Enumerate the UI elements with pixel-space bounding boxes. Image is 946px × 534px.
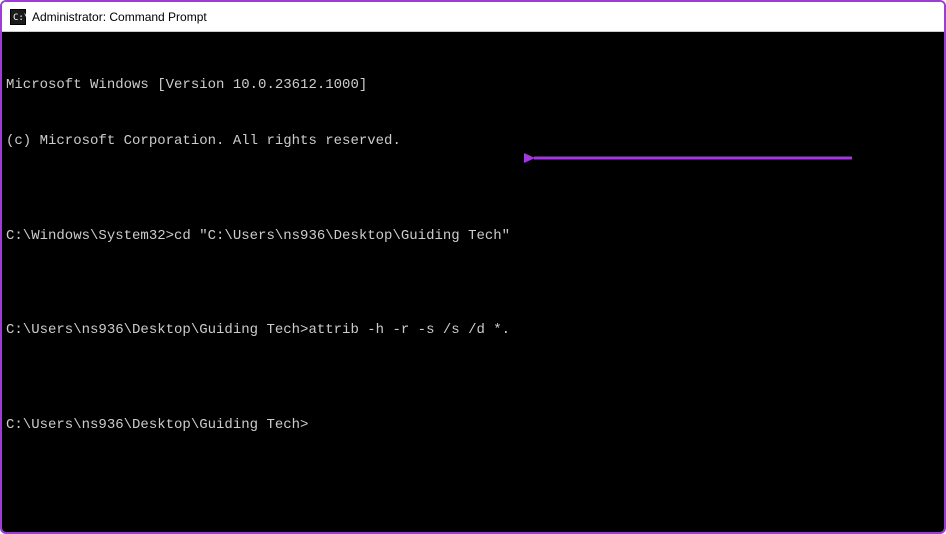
window-title: Administrator: Command Prompt: [32, 10, 207, 24]
terminal-area[interactable]: Microsoft Windows [Version 10.0.23612.10…: [2, 32, 944, 532]
titlebar[interactable]: C:\ Administrator: Command Prompt: [2, 2, 944, 32]
terminal-line: Microsoft Windows [Version 10.0.23612.10…: [6, 76, 940, 95]
cmd-icon: C:\: [10, 9, 26, 25]
svg-text:C:\: C:\: [13, 13, 26, 23]
terminal-line: C:\Users\ns936\Desktop\Guiding Tech>attr…: [6, 321, 940, 340]
window-border: C:\ Administrator: Command Prompt Micros…: [0, 0, 946, 534]
terminal-line: C:\Users\ns936\Desktop\Guiding Tech>: [6, 416, 940, 435]
terminal-line: C:\Windows\System32>cd "C:\Users\ns936\D…: [6, 227, 940, 246]
terminal-line: (c) Microsoft Corporation. All rights re…: [6, 132, 940, 151]
command-prompt-window: C:\ Administrator: Command Prompt Micros…: [2, 2, 944, 532]
